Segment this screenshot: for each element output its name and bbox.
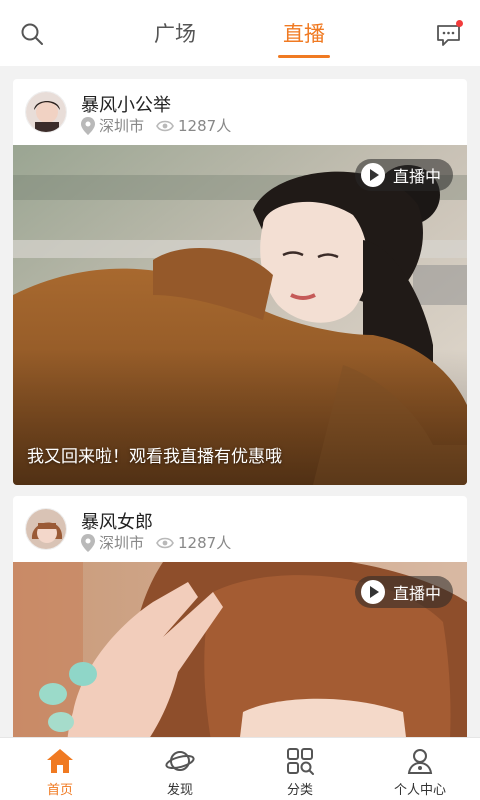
stream-meta: 深圳市 1287人 — [81, 532, 231, 553]
play-icon — [360, 163, 385, 187]
live-card[interactable]: 暴风小公举 深圳市 1287人 直播中 我又回来啦！观看我直播有优惠哦 — [13, 79, 467, 485]
active-tab-indicator — [278, 55, 330, 58]
location-label: 深圳市 — [99, 117, 145, 135]
eye-icon — [156, 120, 174, 131]
streamer-name[interactable]: 暴风女郎 — [81, 508, 153, 534]
top-bar: 广场 直播 — [0, 0, 480, 66]
stream-caption: 我又回来啦！观看我直播有优惠哦 — [27, 447, 282, 467]
message-button[interactable] — [436, 20, 463, 48]
location-pin-icon — [81, 116, 95, 135]
live-status-badge: 直播中 — [354, 576, 453, 608]
nav-discover[interactable]: 发现 — [120, 738, 240, 800]
avatar[interactable] — [25, 91, 67, 133]
tab-live[interactable]: 直播 — [283, 18, 325, 48]
avatar[interactable] — [25, 508, 67, 550]
location-pin-icon — [81, 533, 95, 552]
nav-category[interactable]: 分类 — [240, 738, 360, 800]
viewer-count: 1287人 — [178, 534, 232, 552]
nav-label: 个人中心 — [393, 783, 446, 798]
eye-icon — [156, 537, 174, 548]
stream-cover-image[interactable]: 直播中 我又回来啦！观看我直播有优惠哦 — [13, 145, 467, 485]
notification-dot — [456, 20, 463, 27]
streamer-name[interactable]: 暴风小公举 — [81, 91, 171, 117]
search-icon[interactable] — [20, 22, 44, 46]
bottom-navigation: 首页 发现 分类 个人中心 — [0, 737, 480, 800]
home-icon — [47, 749, 73, 773]
nav-label: 分类 — [286, 783, 313, 798]
planet-icon — [165, 751, 195, 771]
play-icon — [360, 580, 385, 604]
live-status-label: 直播中 — [392, 167, 441, 186]
stream-meta: 深圳市 1287人 — [81, 115, 231, 136]
tab-plaza[interactable]: 广场 — [154, 18, 196, 48]
viewer-count: 1287人 — [178, 117, 232, 135]
nav-label: 首页 — [46, 783, 73, 798]
nav-label: 发现 — [166, 783, 193, 798]
live-status-label: 直播中 — [392, 584, 441, 603]
user-icon — [407, 749, 433, 774]
grid-icon — [287, 748, 314, 775]
nav-home[interactable]: 首页 — [0, 738, 120, 800]
nav-profile[interactable]: 个人中心 — [360, 738, 480, 800]
location-label: 深圳市 — [99, 534, 145, 552]
live-status-badge: 直播中 — [354, 159, 453, 191]
